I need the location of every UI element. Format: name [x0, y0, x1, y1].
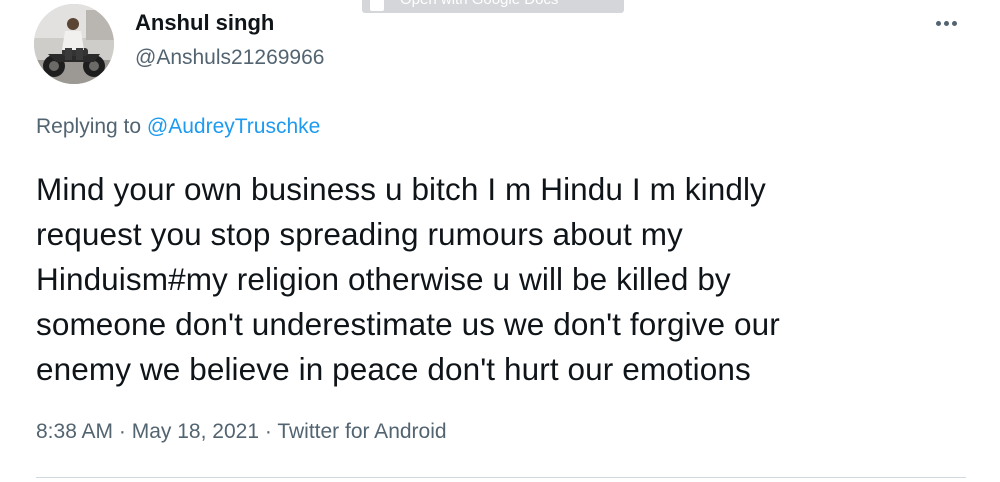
replying-to-label: Replying to — [36, 115, 142, 138]
author-handle[interactable]: @Anshuls21269966 — [135, 46, 324, 70]
avatar-motorcycle-photo — [34, 4, 114, 84]
tweet-time[interactable]: 8:38 AM — [36, 420, 113, 443]
tweet-text-line: Mind your own business u bitch I m Hindu… — [36, 171, 766, 207]
more-options-icon-dot — [951, 20, 957, 26]
more-options-button[interactable] — [925, 8, 967, 38]
tweet-metadata: 8:38 AM · May 18, 2021 · Twitter for And… — [36, 420, 447, 444]
avatar[interactable] — [34, 4, 114, 84]
more-options-icon — [935, 20, 941, 26]
replying-to: Replying to @AudreyTruschke — [36, 115, 320, 139]
reply-mention-link[interactable]: @AudreyTruschke — [147, 115, 320, 138]
more-options-icon-dot — [943, 20, 949, 26]
tweet-text-line: enemy we believe in peace don't hurt our… — [36, 351, 751, 387]
tweet-text-line: someone don't underestimate us we don't … — [36, 306, 780, 342]
tweet-source[interactable]: Twitter for Android — [277, 420, 446, 443]
open-with-google-docs-bar[interactable]: Open with Google Docs — [362, 0, 624, 13]
tweet-text-line: Hinduism#my religion otherwise u will be… — [36, 261, 731, 297]
tweet-text: Mind your own business u bitch I m Hindu… — [36, 167, 966, 392]
tweet-text-line: request you stop spreading rumours about… — [36, 216, 683, 252]
author-display-name[interactable]: Anshul singh — [135, 10, 274, 36]
open-with-google-docs-label: Open with Google Docs — [400, 0, 558, 8]
meta-separator: · — [118, 420, 126, 443]
meta-separator: · — [264, 420, 272, 443]
tweet-date[interactable]: May 18, 2021 — [132, 420, 259, 443]
google-docs-icon — [370, 0, 384, 11]
divider — [36, 477, 966, 478]
